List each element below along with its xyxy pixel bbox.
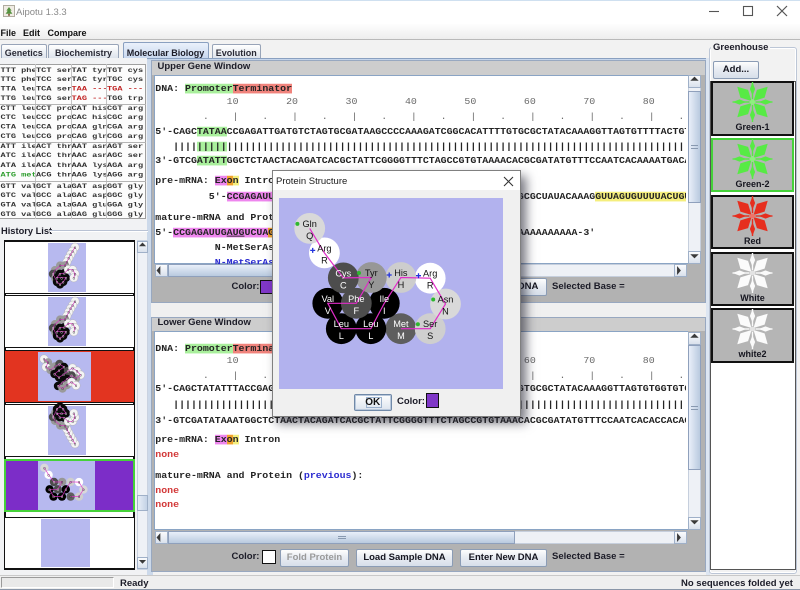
svg-text:N: N	[442, 306, 449, 316]
svg-text:Val: Val	[322, 293, 335, 303]
svg-text:L: L	[368, 331, 373, 341]
svg-text:Asn: Asn	[438, 294, 454, 304]
svg-text:Leu: Leu	[334, 319, 349, 329]
svg-text:S: S	[427, 331, 433, 341]
svg-text:Y: Y	[368, 280, 374, 290]
svg-text:Q: Q	[306, 230, 313, 240]
svg-text:His: His	[394, 268, 408, 278]
svg-text:M: M	[397, 331, 405, 341]
svg-text:Ile: Ile	[380, 293, 390, 303]
svg-text:H: H	[398, 280, 405, 290]
svg-text:F: F	[354, 305, 360, 315]
svg-text:R: R	[321, 255, 328, 265]
svg-text:Cys: Cys	[336, 268, 352, 278]
svg-text:Gln: Gln	[303, 218, 317, 228]
svg-text:Leu: Leu	[363, 319, 378, 329]
svg-text:L: L	[339, 331, 344, 341]
svg-text:Phe: Phe	[348, 293, 364, 303]
svg-text:Met: Met	[393, 319, 409, 329]
svg-text:Arg: Arg	[423, 268, 437, 278]
svg-text:R: R	[427, 280, 434, 290]
svg-text:V: V	[325, 305, 332, 315]
svg-text:Tyr: Tyr	[365, 268, 378, 278]
svg-text:Ser: Ser	[423, 319, 437, 329]
svg-text:C: C	[340, 280, 347, 290]
svg-text:Arg: Arg	[317, 243, 331, 253]
svg-text:I: I	[383, 305, 386, 315]
